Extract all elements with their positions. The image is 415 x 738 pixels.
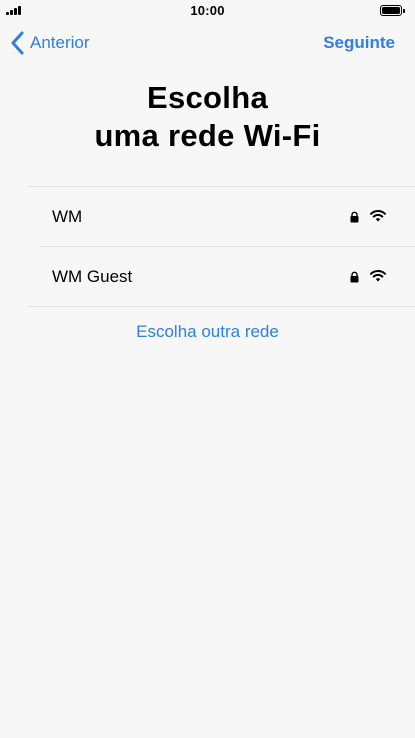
page-title-line-1: Escolha bbox=[147, 80, 268, 115]
network-row-wm[interactable]: WM bbox=[28, 187, 415, 247]
wifi-icon bbox=[370, 269, 386, 282]
chevron-left-icon bbox=[11, 31, 24, 55]
network-name: WM Guest bbox=[52, 267, 133, 286]
status-time: 10:00 bbox=[190, 3, 225, 18]
network-name: WM bbox=[52, 207, 83, 226]
page-title: Escolha uma rede Wi-Fi bbox=[0, 79, 415, 155]
list-bottom-divider bbox=[28, 306, 415, 307]
page-title-line-2: uma rede Wi-Fi bbox=[94, 118, 321, 153]
next-button[interactable]: Seguinte bbox=[323, 33, 395, 53]
network-row-wm-guest[interactable]: WM Guest bbox=[28, 247, 415, 307]
back-button[interactable]: Anterior bbox=[10, 30, 90, 56]
navigation-bar: Anterior Seguinte bbox=[0, 26, 415, 60]
lock-icon bbox=[350, 211, 359, 223]
battery-icon bbox=[380, 5, 405, 16]
back-button-label: Anterior bbox=[30, 33, 90, 52]
choose-other-network-link[interactable]: Escolha outra rede bbox=[0, 322, 415, 342]
status-bar: 10:00 bbox=[0, 0, 415, 20]
lock-icon bbox=[350, 271, 359, 283]
wifi-icon bbox=[370, 209, 386, 222]
wifi-setup-screen: 10:00 Anterior Seguinte Escolha uma rede… bbox=[0, 0, 415, 738]
